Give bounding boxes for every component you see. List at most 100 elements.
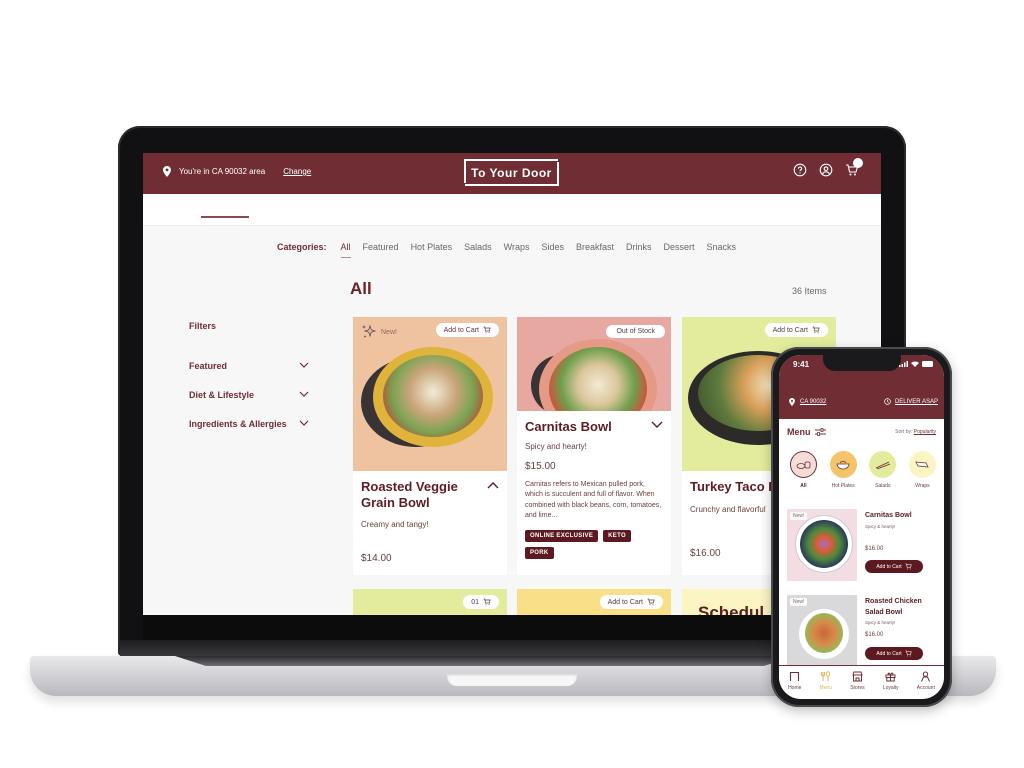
chevron-down-icon xyxy=(299,420,309,426)
battery-icon xyxy=(922,361,933,367)
mobile-category-all[interactable]: All xyxy=(785,451,822,489)
cart-icon xyxy=(647,598,655,606)
sort-control[interactable]: Sort by: Popularity xyxy=(895,429,936,435)
product-card[interactable]: New! Add to Cart Roasted Veggie Grain Bo… xyxy=(353,317,507,575)
account-icon[interactable] xyxy=(819,163,833,177)
filter-diet-lifestyle[interactable]: Diet & Lifestyle xyxy=(189,380,309,409)
tag-keto: KETO xyxy=(603,529,631,542)
category-tab-dessert[interactable]: Dessert xyxy=(664,242,695,252)
product-card[interactable]: Out of Stock Carnitas Bowl Spicy and hea… xyxy=(517,317,671,575)
menu-header: Menu Sort by: Popularity xyxy=(779,419,944,445)
phone-device: 9:41 CA 90032 DELIVER ASAP Menu Sort by:… xyxy=(771,347,952,707)
product-body: Roasted Veggie Grain Bowl Creamy and tan… xyxy=(353,471,507,572)
device-mockup: You're in CA 90032 area Change To Your D… xyxy=(0,0,1024,768)
filter-featured[interactable]: Featured xyxy=(189,351,309,380)
help-icon[interactable] xyxy=(793,163,807,177)
chicken xyxy=(805,613,843,653)
mobile-category-wraps[interactable]: Wraps xyxy=(904,451,941,489)
mobile-screen: 9:41 CA 90032 DELIVER ASAP Menu Sort by:… xyxy=(779,355,944,699)
location-pin-icon xyxy=(789,398,795,406)
filters-panel: Filters Featured Diet & Lifestyle Ingred… xyxy=(189,321,309,438)
category-tab-wraps[interactable]: Wraps xyxy=(504,242,530,252)
cart-icon xyxy=(905,650,912,657)
salad xyxy=(383,355,483,437)
gift-icon xyxy=(885,672,896,682)
tag-online-exclusive: ONLINE EXCLUSIVE xyxy=(525,529,599,542)
tab-account[interactable]: Account xyxy=(917,671,935,699)
out-of-stock-badge: Out of Stock xyxy=(606,325,665,338)
product-price: $16.00 xyxy=(865,632,884,638)
product-name: Carnitas Bowl xyxy=(525,419,663,435)
add-to-cart-button[interactable]: Add to Cart xyxy=(599,595,663,609)
deliver-asap-link[interactable]: DELIVER ASAP xyxy=(884,398,938,405)
mobile-header: 9:41 CA 90032 DELIVER ASAP xyxy=(779,355,944,419)
product-name: Roasted Veggie Grain Bowl xyxy=(361,479,499,510)
product-name: Carnitas Bowl Spicy & hearty! xyxy=(865,512,912,529)
mobile-product-item[interactable]: New! Roasted Chicken Salad Bowl Spicy & … xyxy=(787,595,939,669)
new-badge: New! xyxy=(790,512,808,520)
filter-sliders-icon[interactable] xyxy=(814,428,826,436)
product-card[interactable]: 01 xyxy=(353,589,507,615)
laptop-keyboard-slot xyxy=(175,656,795,666)
cart-icon xyxy=(905,563,912,570)
sparkle-icon xyxy=(362,324,377,339)
item-count: 36 Items xyxy=(792,286,827,296)
cart-icon xyxy=(812,326,820,334)
product-long-description: Carnitas refers to Mexican pulled pork, … xyxy=(525,480,662,520)
mobile-product-item[interactable]: New! Carnitas Bowl Spicy & hearty! $16.0… xyxy=(787,509,939,583)
category-tab-featured[interactable]: Featured xyxy=(363,242,399,252)
status-icons xyxy=(899,361,934,367)
change-location-link[interactable]: Change xyxy=(283,167,311,176)
filters-title: Filters xyxy=(189,321,217,331)
logo[interactable]: To Your Door xyxy=(464,159,559,186)
bowl-icon xyxy=(829,451,857,478)
category-tab-drinks[interactable]: Drinks xyxy=(626,242,652,252)
product-description: Spicy & hearty! xyxy=(865,620,896,625)
tab-loyalty[interactable]: Loyalty xyxy=(883,671,899,699)
filter-label: Featured xyxy=(189,360,228,371)
product-tags: ONLINE EXCLUSIVE KETO PORK xyxy=(525,529,663,559)
mobile-category-salads[interactable]: Salads xyxy=(864,451,901,489)
store-icon xyxy=(852,671,863,682)
location-text: You're in CA 90032 area xyxy=(179,167,266,176)
tab-stores[interactable]: Stores xyxy=(850,671,865,699)
wifi-icon xyxy=(911,361,919,367)
mobile-category-row: All Hot Plates Salads Wraps xyxy=(785,451,941,489)
cart-icon xyxy=(483,326,491,334)
cart-quantity-button[interactable]: 01 xyxy=(463,595,499,609)
product-card[interactable]: Add to Cart xyxy=(517,589,671,615)
add-to-cart-button[interactable]: Add to Cart xyxy=(865,560,923,573)
salad xyxy=(800,520,848,568)
chevron-down-icon[interactable] xyxy=(651,421,663,429)
add-to-cart-button[interactable]: Add to Cart xyxy=(764,323,828,337)
categories-label: Categories: xyxy=(277,242,327,252)
add-to-cart-button[interactable]: Add to Cart xyxy=(435,323,499,337)
promo-title: Schedul xyxy=(698,603,765,615)
person-icon xyxy=(921,671,931,682)
product-body: Carnitas Bowl Spicy and hearty! $15.00 C… xyxy=(517,411,671,567)
category-tab-hot-plates[interactable]: Hot Plates xyxy=(411,242,453,252)
chevron-up-icon[interactable] xyxy=(487,481,499,489)
cart-badge xyxy=(853,158,863,168)
product-image: Out of Stock xyxy=(517,317,671,411)
filter-label: Ingredients & Allergies xyxy=(189,418,287,429)
tab-menu[interactable]: Menu xyxy=(820,671,832,699)
add-to-cart-button[interactable]: Add to Cart xyxy=(865,647,923,660)
status-time: 9:41 xyxy=(793,360,810,369)
category-tab-breakfast[interactable]: Breakfast xyxy=(576,242,614,252)
category-tab-all[interactable]: All xyxy=(340,242,351,258)
product-image: New! xyxy=(787,509,857,581)
product-description: Spicy & hearty! xyxy=(865,523,896,529)
mobile-category-hot-plates[interactable]: Hot Plates xyxy=(825,451,862,489)
filter-ingredients-allergies[interactable]: Ingredients & Allergies xyxy=(189,409,309,438)
sub-navigation xyxy=(143,194,881,226)
active-subnav-indicator xyxy=(201,216,249,218)
category-tab-salads[interactable]: Salads xyxy=(464,242,492,252)
category-tab-sides[interactable]: Sides xyxy=(541,242,564,252)
mobile-location[interactable]: CA 90032 xyxy=(789,398,826,406)
top-icons xyxy=(793,163,859,177)
top-navigation-bar: You're in CA 90032 area Change To Your D… xyxy=(143,153,881,194)
new-badge: New! xyxy=(790,598,808,606)
category-tab-snacks[interactable]: Snacks xyxy=(707,242,737,252)
tab-home[interactable]: Home xyxy=(788,671,801,699)
